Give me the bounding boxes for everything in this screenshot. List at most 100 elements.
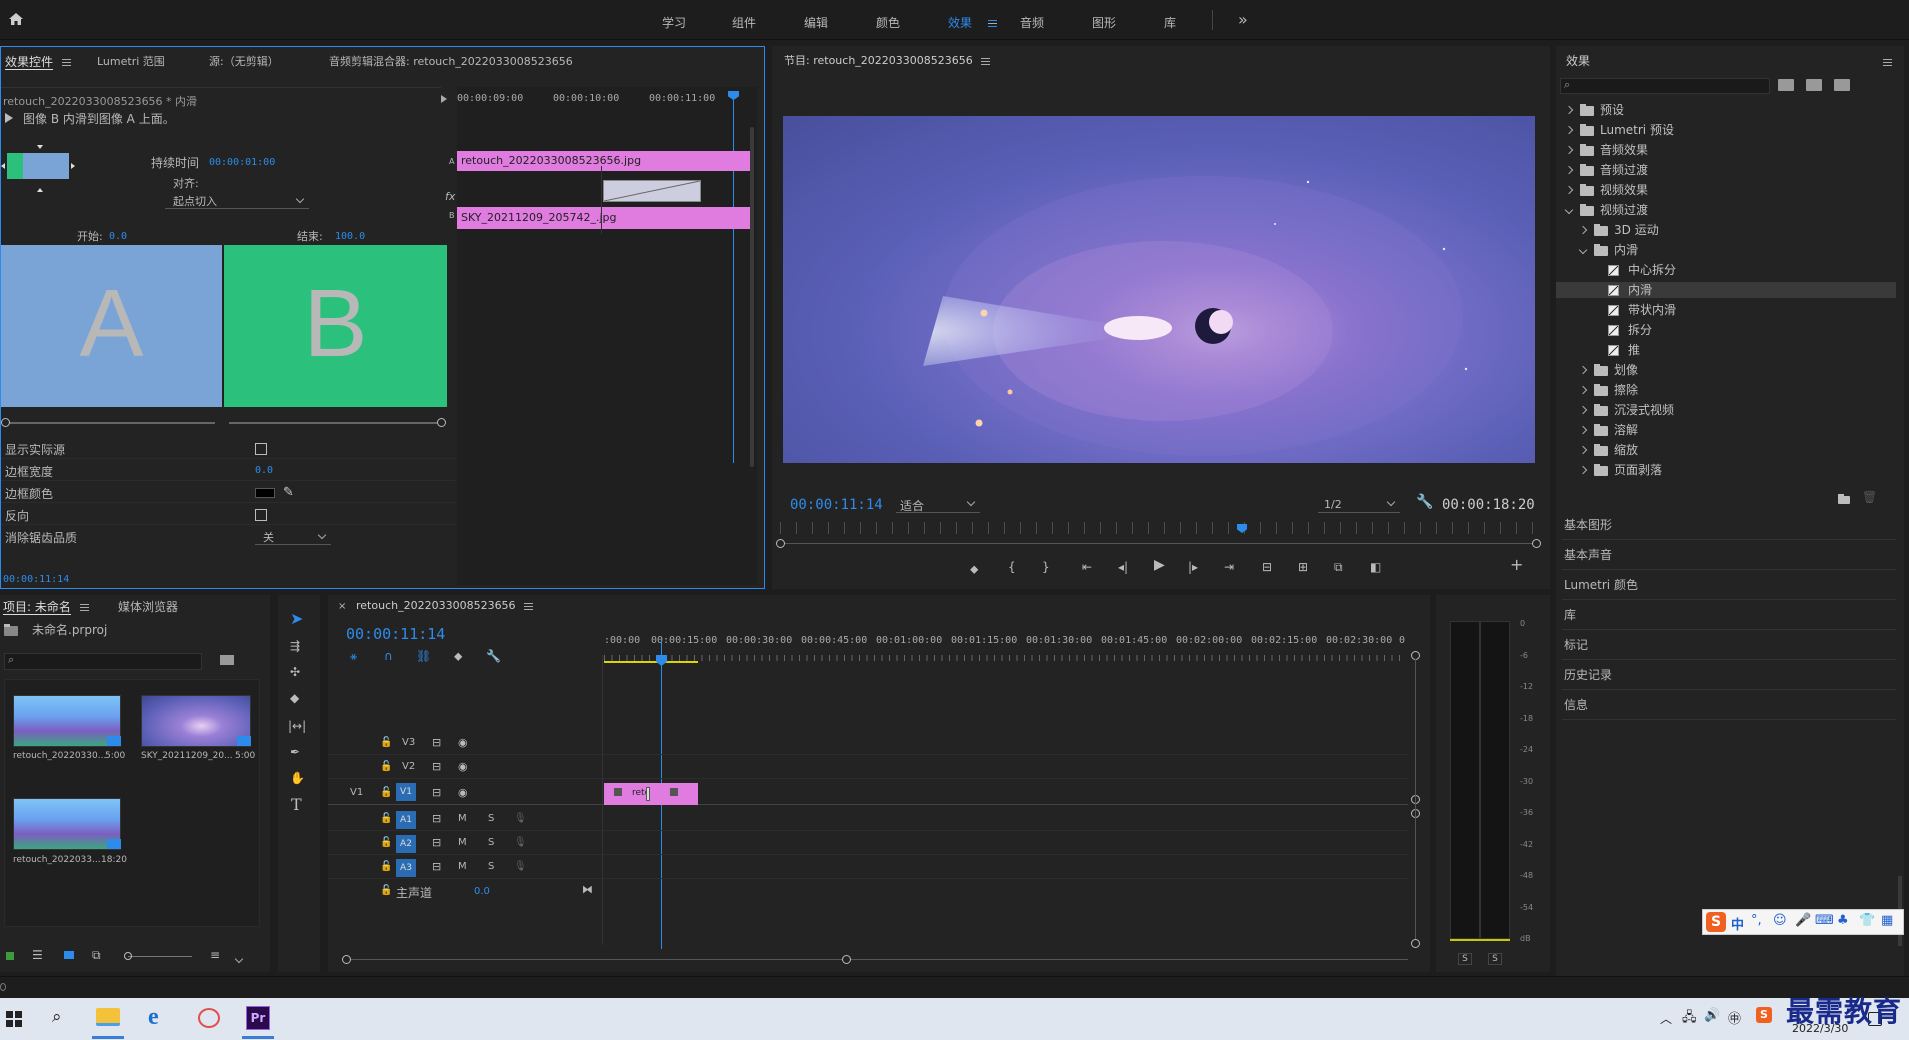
edge-browser-icon[interactable]: e — [148, 1004, 159, 1031]
lock-icon[interactable]: 🔓 — [380, 812, 392, 826]
track-target-v1[interactable]: V1 — [396, 783, 416, 801]
tab-effect-controls[interactable]: 效果控件 — [5, 53, 71, 70]
chevron-down-icon[interactable] — [1578, 245, 1588, 255]
tab-source[interactable]: 源:（无剪辑） — [209, 53, 279, 69]
more-workspaces-icon[interactable]: » — [1238, 10, 1248, 29]
tab-assembly[interactable]: 组件 — [732, 14, 756, 31]
effects-tree-item[interactable]: 内滑 — [1556, 242, 1896, 258]
add-marker-icon[interactable]: ⬥ — [454, 649, 462, 663]
clip-a[interactable]: retouch_2022033008523656.jpg — [457, 151, 751, 171]
hamburger-icon[interactable] — [987, 20, 997, 27]
volume-icon[interactable]: 🔊 — [1704, 1008, 1720, 1023]
sync-lock-icon[interactable]: ⊟ — [432, 760, 441, 774]
windows-start-icon[interactable] — [6, 1011, 22, 1027]
program-timecode[interactable]: 00:00:11:14 — [790, 497, 883, 513]
tab-color[interactable]: 颜色 — [876, 14, 900, 31]
start-slider[interactable] — [5, 422, 215, 424]
eye-icon[interactable]: ◉ — [458, 736, 468, 750]
chevron-right-icon[interactable] — [1564, 145, 1574, 155]
scroll-handle-left[interactable] — [776, 539, 785, 548]
section-markers[interactable]: 标记 — [1562, 630, 1896, 660]
effects-tree-item[interactable]: 推 — [1556, 342, 1896, 358]
section-lumetri-color[interactable]: Lumetri 颜色 — [1562, 570, 1896, 600]
start-slider-handle[interactable] — [1, 418, 10, 427]
source-patch-v1[interactable]: V1 — [350, 787, 363, 798]
emoji-icon[interactable]: ☺ — [1773, 913, 1787, 928]
project-item-name[interactable]: SKY_20211209_20... — [141, 751, 233, 761]
effects-tree-item[interactable]: 3D 运动 — [1556, 222, 1896, 238]
tab-graphics[interactable]: 图形 — [1092, 14, 1116, 31]
hamburger-icon[interactable] — [61, 59, 71, 66]
program-ruler[interactable] — [780, 522, 1536, 534]
section-history[interactable]: 历史记录 — [1562, 660, 1896, 690]
selection-tool-icon[interactable]: ➤ — [290, 609, 303, 628]
comparison-view-icon[interactable]: ◧ — [1370, 560, 1381, 574]
scroll-handle-left[interactable] — [342, 955, 351, 964]
icon-view-icon[interactable] — [64, 951, 74, 959]
hand-tool-icon[interactable]: ✋ — [290, 771, 305, 785]
project-item-thumbnail[interactable] — [141, 695, 251, 747]
lock-icon[interactable]: 🔓 — [380, 884, 392, 898]
premiere-pro-icon[interactable]: Pr — [246, 1006, 270, 1030]
program-video-frame[interactable] — [783, 116, 1535, 463]
ime-mode-label[interactable]: 中 — [1731, 914, 1744, 933]
effects-search-input[interactable]: ⌕ — [1560, 78, 1770, 94]
effects-tree-item[interactable]: 音频效果 — [1556, 142, 1896, 158]
horizontal-scrollbar[interactable] — [348, 959, 1408, 960]
effects-tree-item[interactable]: 预设 — [1556, 102, 1896, 118]
show-actual-sources-checkbox[interactable] — [255, 443, 267, 455]
export-frame-icon[interactable]: ⧉ — [1334, 560, 1343, 574]
anti-aliasing-dropdown[interactable]: 关 — [255, 529, 331, 545]
keyboard-icon[interactable]: ⌨ — [1815, 913, 1834, 928]
ime-toolbar[interactable]: S 中 °, ☺ 🎤 ⌨ ♣ 👕 ▦ — [1702, 909, 1904, 935]
mute-button[interactable]: M — [458, 861, 467, 872]
effects-tree-item[interactable]: 溶解 — [1556, 422, 1896, 438]
add-marker-icon[interactable]: ⬥ — [970, 562, 978, 576]
list-view-icon[interactable]: ☰ — [32, 948, 43, 962]
chevron-right-icon[interactable] — [1564, 105, 1574, 115]
work-area-bar[interactable] — [604, 661, 698, 663]
solo-right-button[interactable]: S — [1488, 953, 1502, 965]
zoom-slider-handle[interactable] — [124, 952, 132, 960]
chevron-right-icon[interactable] — [1578, 465, 1588, 475]
end-value[interactable]: 100.0 — [335, 231, 365, 242]
lock-icon[interactable]: 🔓 — [380, 736, 392, 750]
chevron-right-icon[interactable] — [1578, 225, 1588, 235]
hamburger-icon[interactable] — [79, 604, 89, 611]
chevron-right-icon[interactable] — [1564, 165, 1574, 175]
effects-tree-item[interactable]: Lumetri 预设 — [1556, 122, 1896, 138]
chevron-right-icon[interactable] — [1578, 445, 1588, 455]
align-dropdown[interactable]: 起点切入 — [165, 193, 309, 209]
tab-audio[interactable]: 音频 — [1020, 14, 1044, 31]
chevron-right-icon[interactable] — [1578, 405, 1588, 415]
tab-project[interactable]: 项目: 未命名 — [3, 598, 89, 615]
lock-icon[interactable] — [6, 952, 14, 960]
accelerated-effects-icon[interactable] — [1778, 79, 1794, 91]
sort-icon[interactable]: ≡ — [210, 948, 220, 962]
effects-tree-item[interactable]: 擦除 — [1556, 382, 1896, 398]
timeline-timecode[interactable]: 00:00:11:14 — [346, 625, 445, 643]
section-essential-sound[interactable]: 基本声音 — [1562, 540, 1896, 570]
effects-tree-item[interactable]: 沉浸式视频 — [1556, 402, 1896, 418]
lock-icon[interactable]: 🔓 — [380, 760, 392, 774]
close-icon[interactable]: × — [338, 601, 346, 612]
go-to-in-icon[interactable]: ⇤ — [1082, 560, 1092, 574]
skin-icon[interactable]: ♣ — [1837, 913, 1849, 928]
sync-lock-icon[interactable]: ⊟ — [432, 860, 441, 874]
new-search-bin-icon[interactable] — [220, 655, 234, 665]
yuv-effects-icon[interactable] — [1834, 79, 1850, 91]
eyedropper-icon[interactable]: ✎ — [283, 485, 294, 500]
expand-triangle-icon[interactable] — [441, 95, 447, 103]
sync-lock-icon[interactable]: ⊟ — [432, 786, 441, 800]
effects-tree-item[interactable]: 划像 — [1556, 362, 1896, 378]
track-target-a3[interactable]: A3 — [396, 859, 416, 877]
project-item-name[interactable]: retouch_2022033... — [13, 855, 101, 865]
sogou-tray-icon[interactable]: S — [1756, 1007, 1772, 1023]
go-to-end-icon[interactable]: ⧓ — [582, 883, 593, 897]
lock-icon[interactable]: 🔓 — [380, 786, 392, 800]
solo-button[interactable]: S — [488, 813, 494, 824]
effects-tree-item[interactable]: 视频效果 — [1556, 182, 1896, 198]
play-transition-icon[interactable] — [5, 113, 13, 123]
app-icon[interactable] — [198, 1008, 220, 1028]
start-value[interactable]: 0.0 — [109, 231, 127, 242]
